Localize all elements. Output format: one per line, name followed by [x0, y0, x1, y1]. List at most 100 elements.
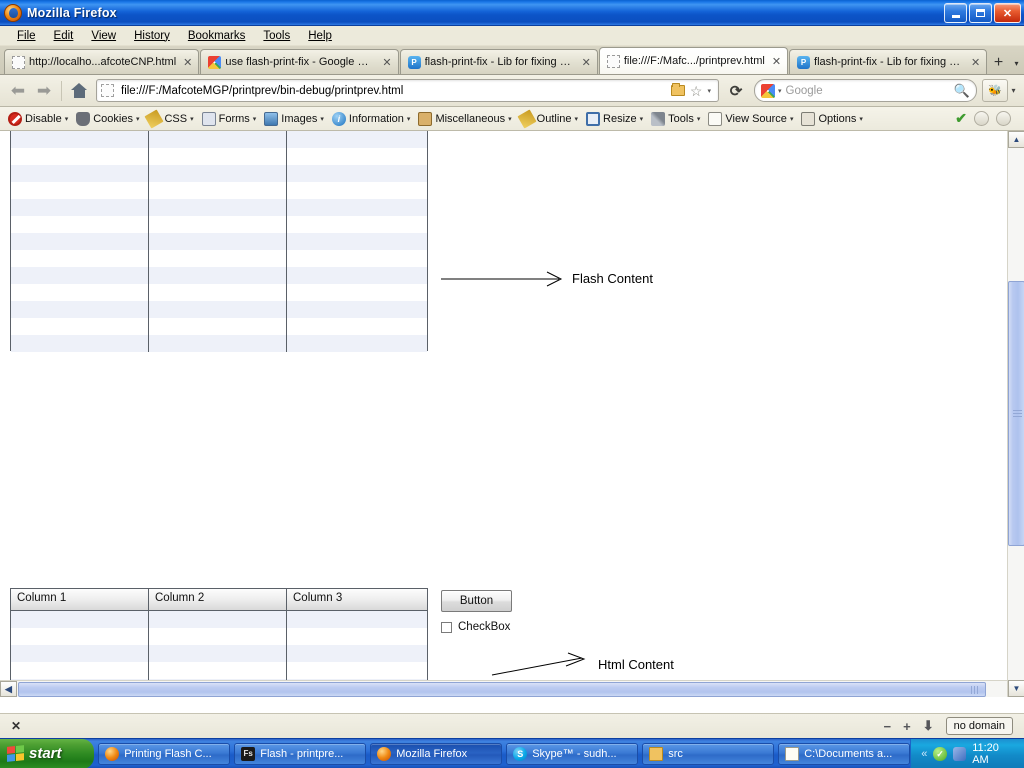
- address-bar[interactable]: file:///F:/MafcoteMGP/printprev/bin-debu…: [96, 79, 719, 102]
- menu-tools[interactable]: Tools: [254, 29, 299, 43]
- column-header[interactable]: Column 3: [287, 589, 427, 610]
- devbar-outline[interactable]: Outline ▾: [516, 108, 582, 129]
- table-row[interactable]: [11, 216, 427, 233]
- bookmark-star-icon[interactable]: ☆: [690, 84, 703, 98]
- clock[interactable]: 11:20 AM: [972, 742, 1016, 766]
- devbar-resize[interactable]: Resize ▾: [582, 111, 647, 126]
- tab-localhost[interactable]: http://localho...afcoteCNP.html ✕: [4, 49, 200, 74]
- horizontal-scroll-thumb[interactable]: [18, 682, 986, 697]
- column-header[interactable]: Column 1: [11, 589, 149, 610]
- home-button[interactable]: [66, 79, 92, 103]
- table-row[interactable]: [11, 165, 427, 182]
- tab-close-icon[interactable]: ✕: [971, 56, 980, 69]
- devbar-information[interactable]: i Information ▾: [328, 111, 415, 126]
- tab-list-icon[interactable]: ▾: [1009, 52, 1024, 74]
- menu-view[interactable]: View: [82, 29, 125, 43]
- feed-icon[interactable]: [670, 83, 685, 96]
- devbar-disable[interactable]: Disable ▾: [4, 111, 72, 126]
- table-row[interactable]: [11, 199, 427, 216]
- tray-expand-icon[interactable]: «: [921, 748, 927, 760]
- tab-close-icon[interactable]: ✕: [382, 56, 391, 69]
- menu-help[interactable]: Help: [299, 29, 341, 43]
- devbar-images[interactable]: Images ▾: [260, 111, 328, 126]
- devbar-options[interactable]: Options ▾: [797, 111, 866, 126]
- reload-button[interactable]: ⟳: [723, 79, 749, 103]
- checkbox[interactable]: [441, 621, 452, 633]
- forward-button[interactable]: ➡: [31, 79, 57, 103]
- tab-close-icon[interactable]: ✕: [772, 55, 781, 68]
- devbar-cookies[interactable]: Cookies ▾: [72, 111, 143, 126]
- taskbar-item-src[interactable]: src: [642, 742, 775, 765]
- close-button[interactable]: ✕: [994, 3, 1021, 23]
- zoom-in-icon[interactable]: +: [903, 719, 911, 734]
- new-tab-button[interactable]: +: [988, 52, 1009, 74]
- taskbar-item-printing-flash[interactable]: Printing Flash C...: [98, 742, 231, 765]
- tab-close-icon[interactable]: ✕: [582, 56, 591, 69]
- table-row[interactable]: [11, 301, 427, 318]
- close-findbar-icon[interactable]: ✕: [5, 719, 27, 733]
- checkbox-row[interactable]: CheckBox: [441, 621, 510, 633]
- menu-file[interactable]: File: [8, 29, 45, 43]
- table-row[interactable]: [11, 318, 427, 335]
- vertical-scroll-thumb[interactable]: [1008, 281, 1024, 546]
- download-icon[interactable]: ⬇: [923, 718, 934, 734]
- shield-icon[interactable]: ✓: [933, 746, 947, 761]
- maximize-button[interactable]: [969, 3, 992, 23]
- back-button[interactable]: ⬅: [5, 79, 31, 103]
- chevron-down-icon[interactable]: ▾: [707, 87, 711, 95]
- zoom-out-icon[interactable]: −: [884, 719, 892, 734]
- table-row[interactable]: [11, 335, 427, 352]
- table-row[interactable]: [11, 284, 427, 301]
- table-row[interactable]: [11, 628, 427, 645]
- status-circle-icon-1[interactable]: [974, 111, 989, 126]
- menu-history[interactable]: History: [125, 29, 179, 43]
- domain-status-badge[interactable]: no domain: [945, 717, 1013, 735]
- tab-google-search[interactable]: use flash-print-fix - Google Se... ✕: [200, 49, 399, 74]
- table-row[interactable]: [11, 148, 427, 165]
- button[interactable]: Button: [441, 590, 512, 612]
- table-row[interactable]: [11, 131, 427, 148]
- table-row[interactable]: [11, 250, 427, 267]
- google-search-icon[interactable]: [761, 83, 775, 98]
- vertical-scrollbar[interactable]: ▲ ▼: [1007, 131, 1024, 697]
- tab-flash-print-fix-1[interactable]: P flash-print-fix - Lib for fixing p... …: [399, 49, 598, 74]
- tab-flash-print-fix-2[interactable]: P flash-print-fix - Lib for fixing p... …: [789, 49, 988, 74]
- extension-chevron-icon[interactable]: ▾: [1008, 79, 1019, 102]
- scroll-left-button[interactable]: ◀: [0, 681, 17, 697]
- start-button[interactable]: start: [0, 738, 95, 768]
- table-row[interactable]: [11, 233, 427, 250]
- tab-label: file:///F:/Mafc.../printprev.html: [623, 55, 765, 67]
- devbar-tools[interactable]: Tools ▾: [647, 111, 704, 126]
- devbar-miscellaneous[interactable]: Miscellaneous ▾: [414, 111, 515, 126]
- status-circle-icon-2[interactable]: [996, 111, 1011, 126]
- horizontal-scrollbar[interactable]: ◀: [0, 680, 1007, 697]
- menu-bookmarks[interactable]: Bookmarks: [179, 29, 255, 43]
- scroll-up-button[interactable]: ▲: [1008, 131, 1024, 148]
- table-row[interactable]: [11, 182, 427, 199]
- taskbar-item-documents[interactable]: C:\Documents a...: [778, 742, 911, 765]
- taskbar-item-flash[interactable]: Fs Flash - printpre...: [234, 742, 367, 765]
- url-input[interactable]: file:///F:/MafcoteMGP/printprev/bin-debu…: [121, 85, 671, 97]
- devbar-css[interactable]: CSS ▾: [143, 108, 197, 129]
- table-row[interactable]: [11, 267, 427, 284]
- tab-close-icon[interactable]: ✕: [183, 56, 192, 69]
- table-row[interactable]: [11, 611, 427, 628]
- devbar-forms[interactable]: Forms ▾: [198, 111, 261, 126]
- search-input[interactable]: Google: [782, 85, 954, 97]
- devbar-view-source[interactable]: View Source ▾: [704, 111, 797, 126]
- minimize-button[interactable]: [944, 3, 967, 23]
- network-icon[interactable]: [952, 746, 967, 761]
- extension-button[interactable]: 🐝: [982, 79, 1008, 102]
- table-row[interactable]: [11, 662, 427, 679]
- search-icon[interactable]: 🔍: [954, 83, 970, 99]
- table-row[interactable]: [11, 645, 427, 662]
- scroll-down-button[interactable]: ▼: [1008, 680, 1024, 697]
- flash-datagrid[interactable]: [10, 131, 428, 352]
- search-bar[interactable]: ▾ Google 🔍: [754, 79, 977, 102]
- column-header[interactable]: Column 2: [149, 589, 287, 610]
- validate-icon[interactable]: ✔: [955, 110, 967, 127]
- taskbar-item-mozilla-firefox[interactable]: Mozilla Firefox: [370, 742, 503, 765]
- menu-edit[interactable]: Edit: [45, 29, 83, 43]
- taskbar-item-skype[interactable]: S Skype™ - sudh...: [506, 742, 639, 765]
- tab-printprev[interactable]: file:///F:/Mafc.../printprev.html ✕: [598, 47, 789, 74]
